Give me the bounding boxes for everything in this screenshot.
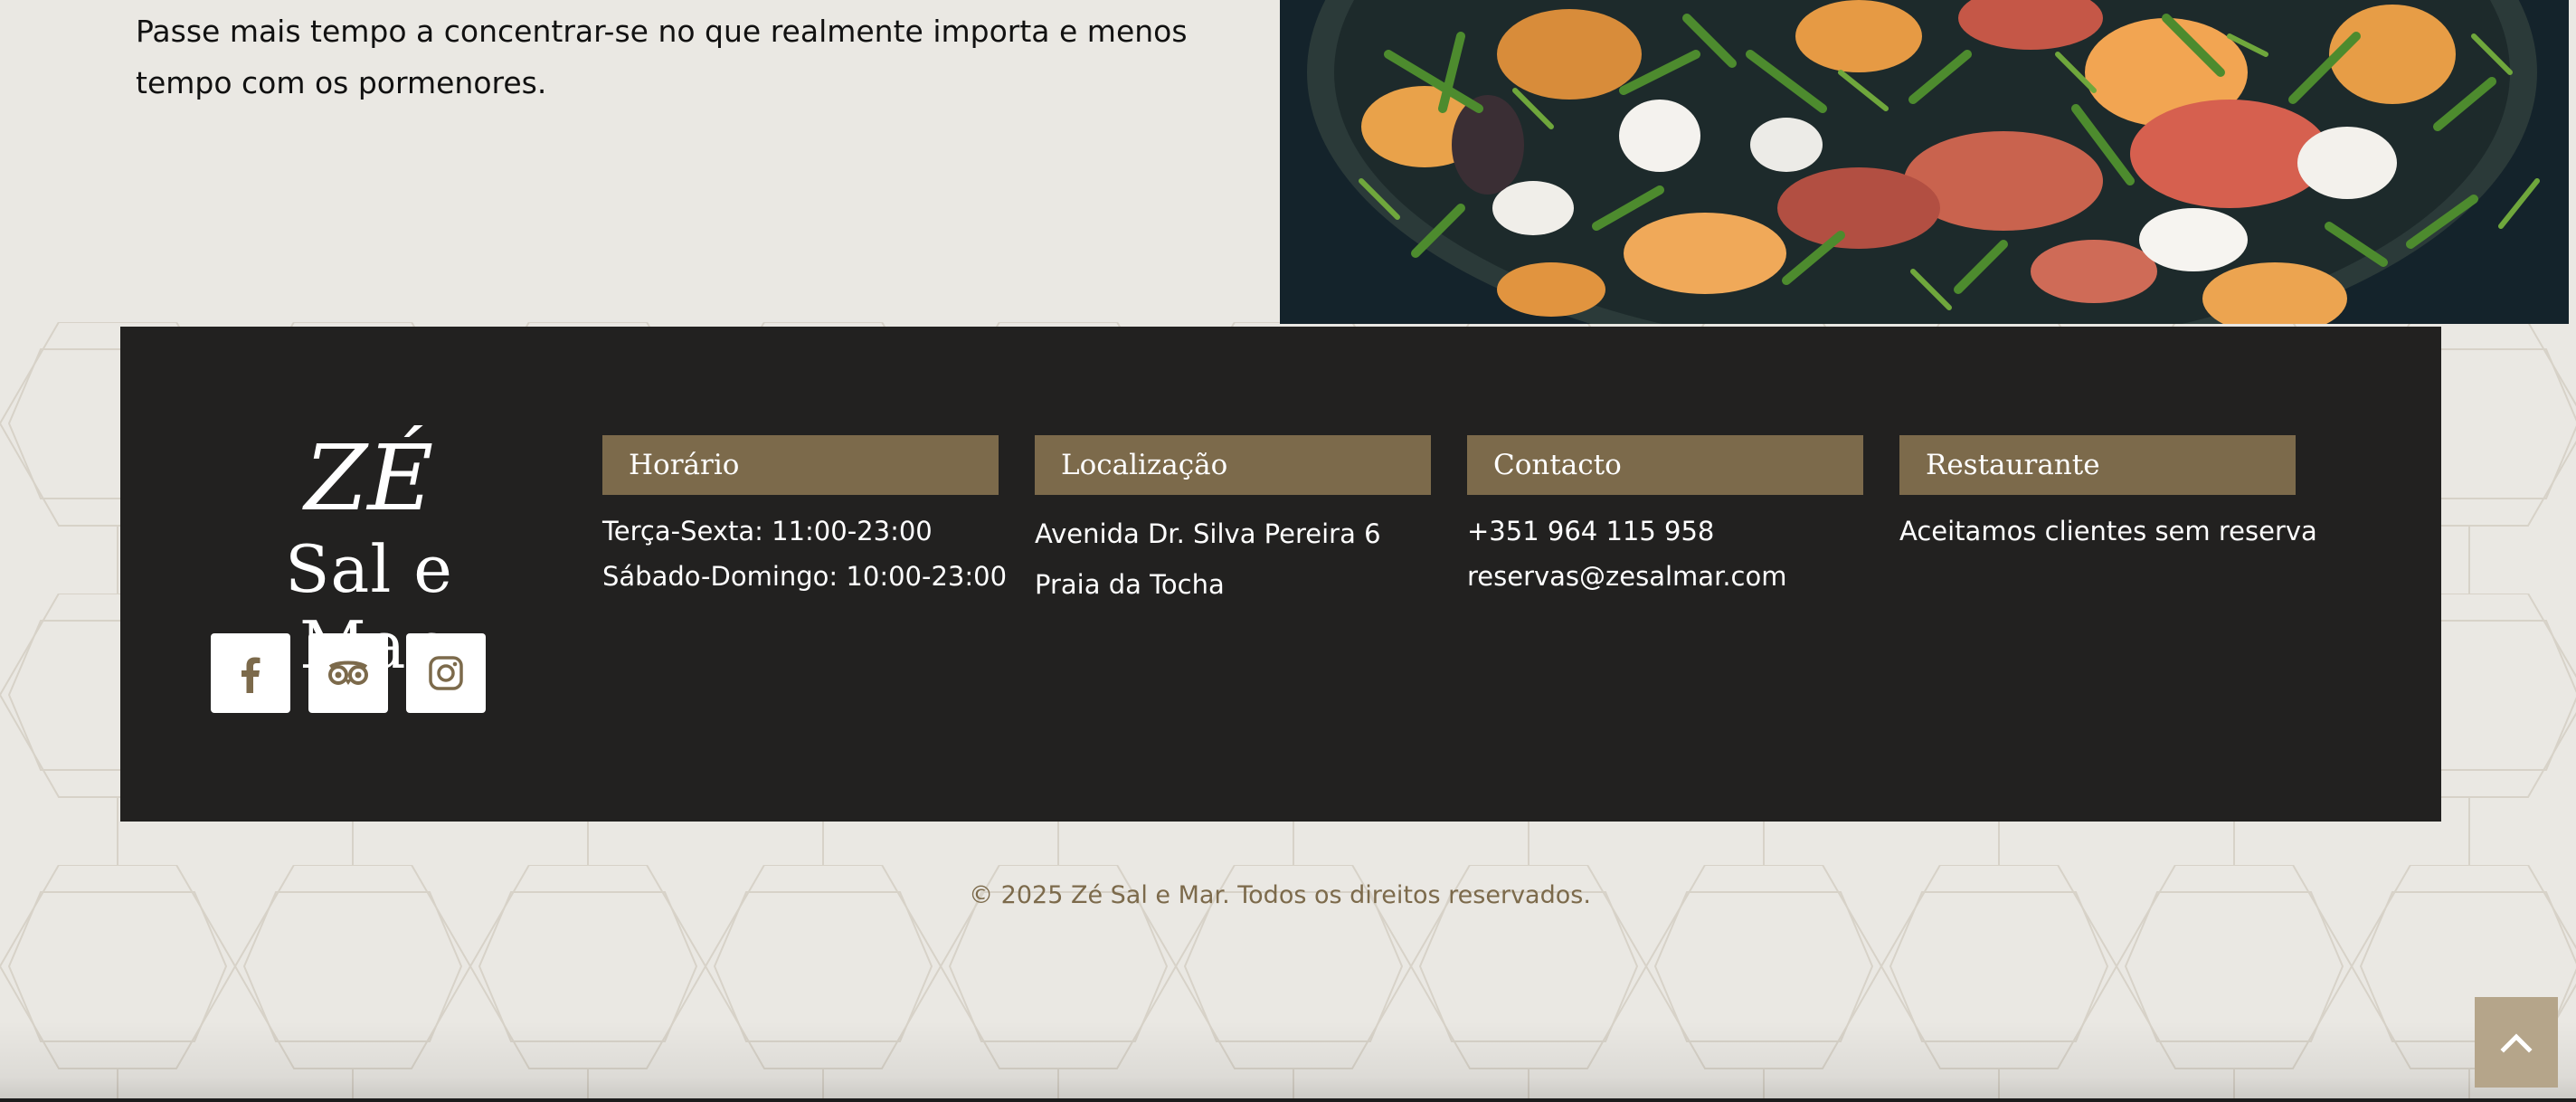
facebook-button[interactable]: [211, 633, 290, 713]
bottom-edge: [0, 1098, 2576, 1102]
salad-photo: [1280, 0, 2569, 324]
intro-line-1: Passe mais tempo a concentrar-se no que …: [136, 14, 1188, 49]
horario-body: Terça-Sexta: 11:00-23:00 Sábado-Domingo:…: [602, 508, 1008, 599]
brand-mark: ZÉ: [304, 425, 434, 531]
facebook-icon: [242, 657, 260, 693]
localizacao-body: Avenida Dr. Silva Pereira 6 Praia da Toc…: [1035, 508, 1431, 610]
address-line: Praia da Tocha: [1035, 569, 1225, 600]
email-link[interactable]: reservas@zesalmar.com: [1467, 554, 1863, 599]
social-links: [211, 633, 486, 713]
footer-column-horario: Horário Terça-Sexta: 11:00-23:00 Sábado-…: [602, 435, 1008, 599]
scroll-to-top-button[interactable]: [2475, 997, 2558, 1088]
intro-line-2: tempo com os pormenores.: [136, 65, 547, 100]
restaurante-heading: Restaurante: [1899, 435, 2296, 495]
footer-column-restaurante: Restaurante Aceitamos clientes sem reser…: [1899, 435, 2317, 554]
horario-line: Terça-Sexta: 11:00-23:00: [602, 516, 933, 546]
contacto-heading: Contacto: [1467, 435, 1863, 495]
horario-heading: Horário: [602, 435, 999, 495]
instagram-button[interactable]: [406, 633, 486, 713]
address-line: Avenida Dr. Silva Pereira 6: [1035, 518, 1381, 549]
bottom-shade: [0, 1021, 2576, 1102]
copyright-text: © 2025 Zé Sal e Mar. Todos os direitos r…: [969, 881, 1591, 909]
localizacao-heading: Localização: [1035, 435, 1431, 495]
tripadvisor-button[interactable]: [308, 633, 388, 713]
intro-paragraph: Passe mais tempo a concentrar-se no que …: [136, 5, 1194, 109]
footer: ZÉ Sal e Mar: [120, 327, 2441, 822]
chevron-up-icon: [2500, 1033, 2533, 1053]
horario-line: Sábado-Domingo: 10:00-23:00: [602, 561, 1008, 592]
tripadvisor-icon: [328, 660, 368, 685]
footer-column-localizacao: Localização Avenida Dr. Silva Pereira 6 …: [1035, 435, 1431, 610]
reservation-note: Aceitamos clientes sem reserva: [1899, 516, 2317, 546]
phone-link[interactable]: +351 964 115 958: [1467, 508, 1863, 554]
restaurante-body: Aceitamos clientes sem reserva: [1899, 508, 2317, 554]
instagram-icon: [429, 656, 463, 690]
footer-column-contacto: Contacto +351 964 115 958 reservas@zesal…: [1467, 435, 1863, 599]
contacto-body: +351 964 115 958 reservas@zesalmar.com: [1467, 508, 1863, 599]
